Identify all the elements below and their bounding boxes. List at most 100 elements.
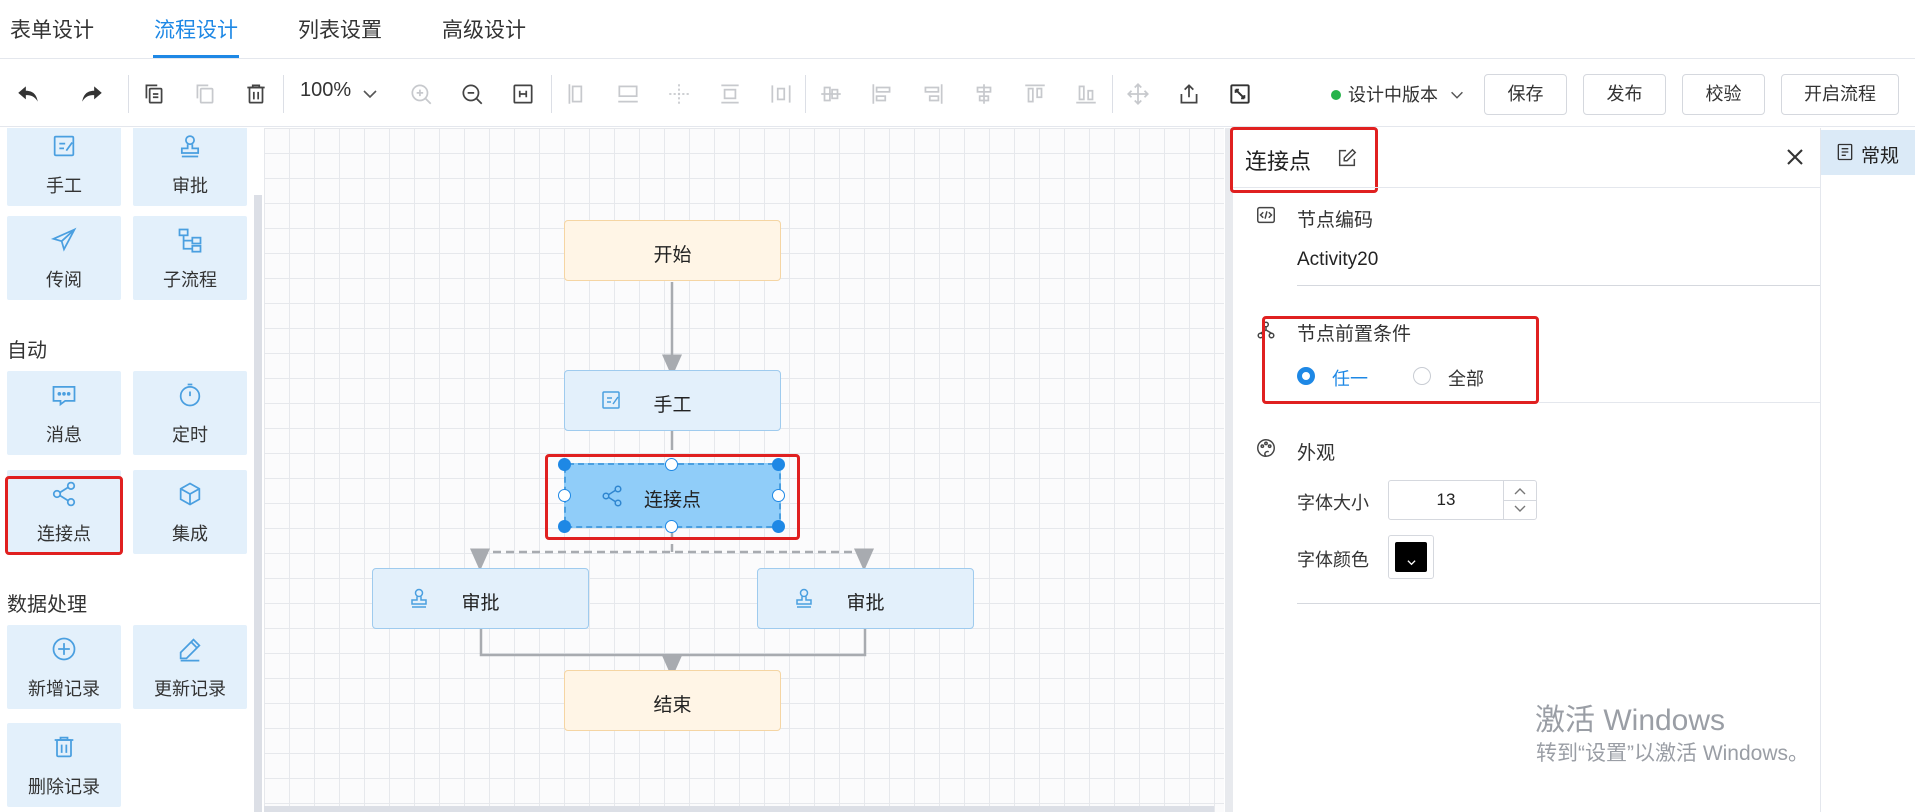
start-process-button[interactable]: 开启流程	[1781, 74, 1899, 115]
redo-icon[interactable]	[79, 81, 105, 107]
flow-node-manual[interactable]: 手工	[564, 370, 781, 431]
resize-handle[interactable]	[772, 458, 785, 471]
flow-node-connector-selected[interactable]: 连接点	[564, 463, 781, 528]
align-top-edge-icon	[1022, 81, 1048, 107]
resize-handle[interactable]	[558, 489, 571, 502]
side-tab-general[interactable]: 常规	[1821, 130, 1915, 175]
tab-form-design[interactable]: 表单设计	[10, 14, 94, 44]
tab-advanced-design[interactable]: 高级设计	[442, 14, 526, 44]
align-top-icon	[615, 81, 641, 107]
resize-handle[interactable]	[558, 520, 571, 533]
palette-item-integration[interactable]: 集成	[133, 470, 247, 554]
paste-icon	[192, 81, 218, 107]
save-button[interactable]: 保存	[1484, 74, 1567, 115]
field-underline	[1297, 285, 1820, 286]
activation-watermark-hint: 转到“设置”以激活 Windows。	[1536, 742, 1810, 765]
align-right-edge-icon	[920, 81, 946, 107]
palette-item-approve[interactable]: 审批	[133, 128, 247, 206]
font-size-stepper[interactable]: 13	[1388, 480, 1537, 520]
flow-node-approve-left[interactable]: 审批	[372, 568, 589, 629]
palette-item-message[interactable]: 消息	[7, 371, 121, 455]
chevron-down-icon[interactable]	[360, 84, 380, 104]
palette-item-connector[interactable]: 连接点	[7, 470, 121, 554]
palette-item-label: 传阅	[46, 270, 82, 290]
flow-node-end[interactable]: 结束	[564, 670, 781, 731]
flow-canvas[interactable]: 开始 手工 连接点 审批 审批 结束	[264, 128, 1224, 812]
align-middle-icon	[717, 81, 743, 107]
radio-all[interactable]	[1413, 367, 1431, 385]
flow-node-approve-right[interactable]: 审批	[757, 568, 974, 629]
chevron-down-icon[interactable]	[1448, 86, 1466, 104]
palette-item-timer[interactable]: 定时	[133, 371, 247, 455]
palette-item-label: 集成	[172, 524, 208, 544]
palette-item-circulate[interactable]: 传阅	[7, 216, 121, 300]
branch-icon	[1255, 319, 1277, 341]
palette-item-label: 新增记录	[28, 679, 100, 699]
panel-divider	[1297, 603, 1820, 604]
plus-circle-icon	[50, 635, 78, 663]
palette-item-add-record[interactable]: 新增记录	[7, 625, 121, 709]
delete-icon[interactable]	[243, 81, 269, 107]
palette-item-update-record[interactable]: 更新记录	[133, 625, 247, 709]
palette-item-delete-record[interactable]: 删除记录	[7, 723, 121, 807]
zoom-level[interactable]: 100%	[300, 79, 351, 102]
pencil-icon	[176, 635, 204, 663]
cube-icon	[176, 480, 204, 508]
close-icon[interactable]	[1781, 143, 1809, 171]
distribute-icon	[768, 81, 794, 107]
tab-list-settings[interactable]: 列表设置	[298, 14, 382, 44]
version-select[interactable]: 设计中版本	[1348, 81, 1438, 107]
undo-icon[interactable]	[15, 81, 41, 107]
chevron-down-icon[interactable]	[1511, 502, 1529, 516]
font-color-picker[interactable]	[1388, 535, 1434, 579]
canvas-scrollbar[interactable]	[264, 806, 1214, 812]
node-code-label: 节点编码	[1297, 210, 1374, 231]
publish-button[interactable]: 发布	[1583, 74, 1666, 115]
node-label: 手工	[653, 395, 692, 416]
palette-scrollbar[interactable]	[254, 195, 262, 812]
resize-handle[interactable]	[772, 520, 785, 533]
font-size-value[interactable]: 13	[1389, 490, 1503, 510]
align-vertical-center-icon	[818, 81, 844, 107]
node-label: 结束	[653, 695, 692, 716]
resize-handle[interactable]	[772, 489, 785, 502]
align-left-icon	[564, 81, 590, 107]
panel-title: 连接点	[1245, 149, 1312, 174]
radio-all-label[interactable]: 全部	[1448, 365, 1484, 391]
toolbar-divider	[805, 75, 806, 113]
copy-icon[interactable]	[141, 81, 167, 107]
resize-handle[interactable]	[665, 520, 678, 533]
zoom-out-icon[interactable]	[459, 81, 485, 107]
node-palette: 手工 审批 传阅 子流程 自动 消息 定时 连接点 集成 数据处理 新增记录 更…	[0, 128, 262, 812]
properties-panel: 连接点 节点编码 Activity20 节点前置条件 任一 全部 外观 字体大小…	[1230, 127, 1820, 812]
tab-flow-design[interactable]: 流程设计	[154, 14, 238, 44]
export-icon[interactable]	[1176, 81, 1202, 107]
share-icon	[50, 480, 78, 508]
palette-item-label: 更新记录	[154, 679, 226, 699]
node-code-value[interactable]: Activity20	[1297, 249, 1378, 271]
fullscreen-icon[interactable]	[1227, 81, 1253, 107]
fit-view-icon[interactable]	[510, 81, 536, 107]
precondition-label: 节点前置条件	[1297, 324, 1412, 345]
trash-icon	[50, 733, 78, 761]
radio-any-label[interactable]: 任一	[1332, 365, 1368, 391]
flow-node-start[interactable]: 开始	[564, 220, 781, 281]
palette-item-manual[interactable]: 手工	[7, 128, 121, 206]
validate-button[interactable]: 校验	[1682, 74, 1765, 115]
chevron-up-icon[interactable]	[1511, 484, 1529, 498]
toolbar: 100% 设计中版本 保存 发布 校验 开启流程	[0, 59, 1915, 127]
palette-item-label: 消息	[46, 425, 82, 445]
palette-group-data: 数据处理	[7, 594, 87, 616]
resize-handle[interactable]	[558, 458, 571, 471]
form-edit-icon	[50, 132, 78, 160]
resize-handle[interactable]	[665, 458, 678, 471]
radio-any[interactable]	[1297, 367, 1315, 385]
canvas-splitter[interactable]	[1225, 128, 1233, 812]
palette-item-label: 审批	[172, 176, 208, 196]
align-horizontal-center-icon	[971, 81, 997, 107]
designer-tabs: 表单设计 流程设计 列表设置 高级设计	[0, 0, 1915, 59]
edit-icon[interactable]	[1336, 147, 1358, 169]
palette-item-subprocess[interactable]: 子流程	[133, 216, 247, 300]
send-icon	[50, 226, 78, 254]
node-label: 审批	[846, 593, 885, 614]
